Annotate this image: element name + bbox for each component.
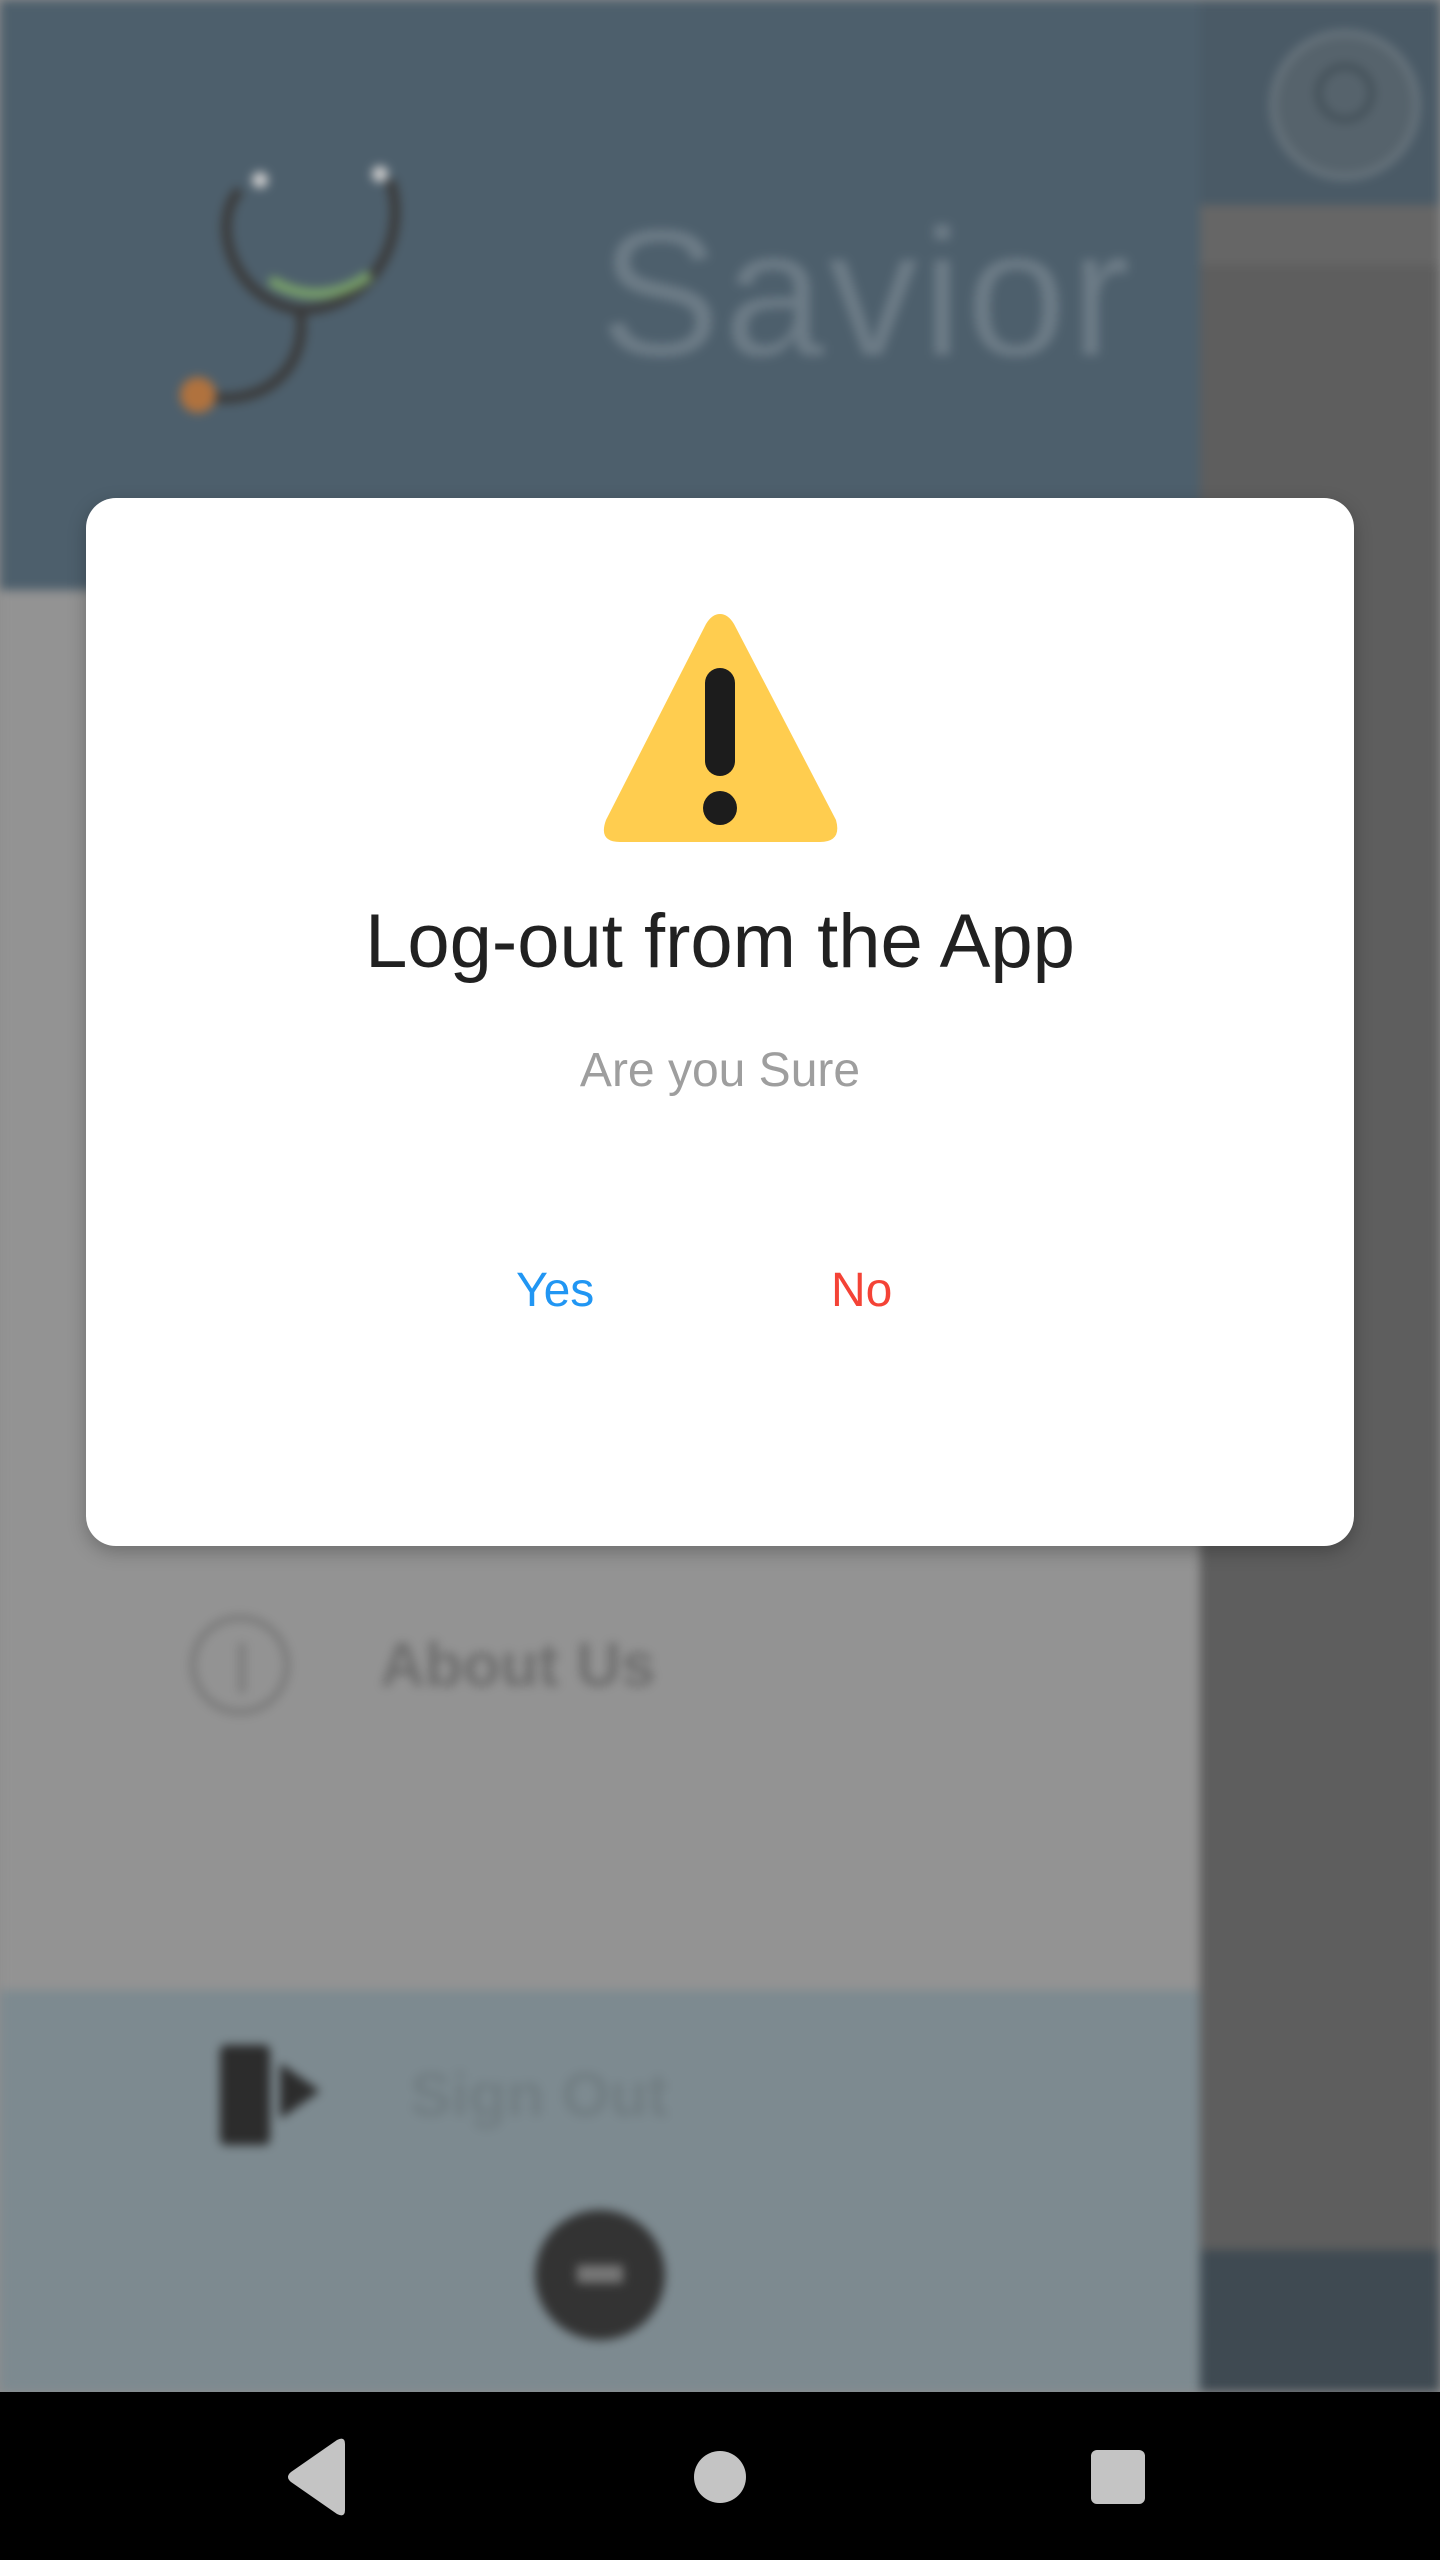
- nav-back-icon[interactable]: [273, 2432, 363, 2522]
- nav-home-icon[interactable]: [675, 2432, 765, 2522]
- profile-avatar-icon: [1270, 30, 1420, 180]
- drawer-item-about-us[interactable]: About Us: [190, 1615, 656, 1715]
- sign-out-icon: [210, 2035, 330, 2155]
- nav-recents-icon[interactable]: [1073, 2432, 1163, 2522]
- logout-dialog: Log-out from the App Are you Sure Yes No: [86, 498, 1354, 1546]
- main-band: [1200, 205, 1440, 265]
- drawer-back-button[interactable]: [535, 2210, 665, 2340]
- info-icon: [190, 1615, 290, 1715]
- system-navigation-bar: [0, 2392, 1440, 2560]
- yes-button[interactable]: Yes: [496, 1253, 614, 1328]
- drawer-item-label: Sign Out: [410, 2060, 669, 2130]
- drawer-item-label: About Us: [380, 1630, 656, 1700]
- screen: Savior About Us Sign Out Log-out from th…: [0, 0, 1440, 2560]
- app-name: Savior: [600, 193, 1135, 394]
- main-bottom: [1200, 2250, 1440, 2392]
- no-button[interactable]: No: [811, 1253, 912, 1328]
- dialog-title: Log-out from the App: [365, 899, 1075, 984]
- stethoscope-logo-icon: [180, 166, 401, 413]
- warning-icon: [603, 614, 838, 842]
- dialog-message: Are you Sure: [579, 1044, 861, 1097]
- drawer-item-sign-out[interactable]: Sign Out: [210, 2035, 668, 2155]
